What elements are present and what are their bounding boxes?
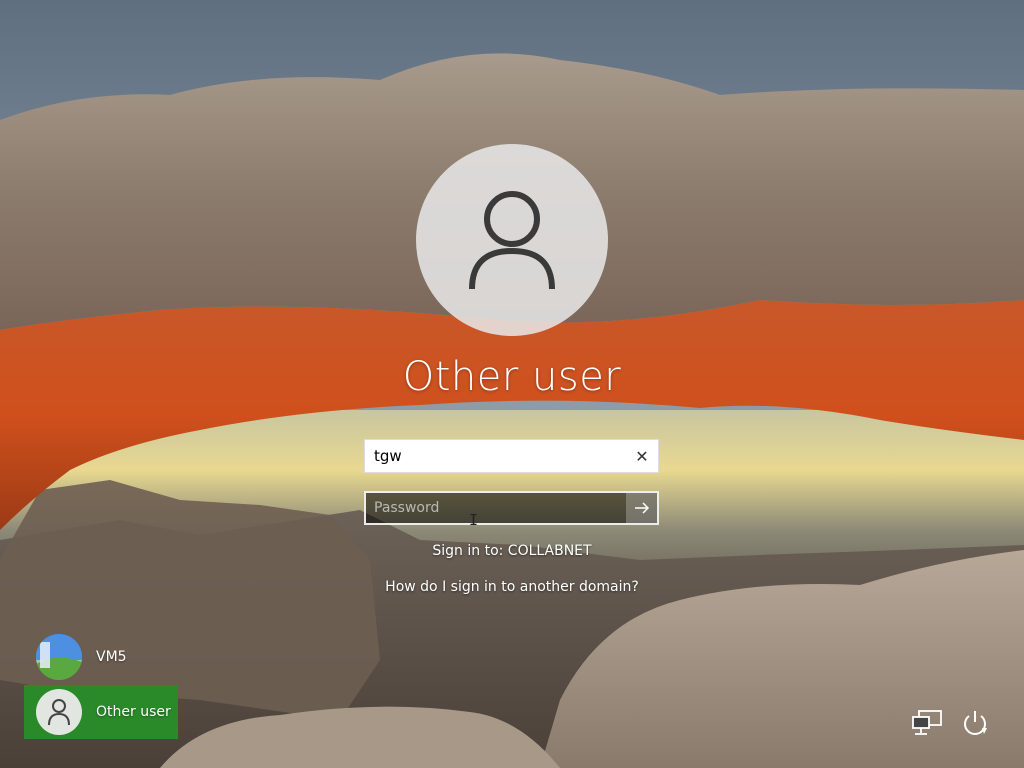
- windows-xp-wallpaper-avatar: [36, 634, 82, 680]
- password-input[interactable]: [366, 493, 626, 523]
- lock-screen: Other user ✕ I Sign in to: COLLABNET How…: [0, 0, 1024, 768]
- default-user-avatar: [36, 689, 82, 735]
- another-domain-link[interactable]: How do I sign in to another domain?: [312, 579, 712, 595]
- user-tile-label: Other user: [96, 704, 171, 720]
- user-tile-label: VM5: [96, 649, 127, 665]
- username-field[interactable]: ✕: [364, 439, 659, 473]
- username-input[interactable]: [365, 441, 626, 471]
- sign-in-domain-text: Sign in to: COLLABNET: [432, 543, 592, 559]
- power-button[interactable]: [958, 706, 992, 740]
- user-icon: [469, 191, 555, 290]
- user-tile-vm5[interactable]: VM5: [24, 630, 178, 684]
- user-display-name: Other user: [402, 354, 622, 400]
- arrow-right-icon: [634, 502, 649, 514]
- submit-arrow-button[interactable]: [626, 493, 657, 523]
- user-tile-other-user[interactable]: Other user: [24, 685, 178, 739]
- password-field[interactable]: [364, 491, 659, 525]
- clear-icon[interactable]: ✕: [626, 440, 658, 472]
- network-button[interactable]: [910, 706, 944, 740]
- user-avatar-large: [416, 144, 608, 336]
- network-icon: [912, 710, 942, 735]
- user-icon: [48, 699, 70, 726]
- power-icon: [964, 711, 987, 735]
